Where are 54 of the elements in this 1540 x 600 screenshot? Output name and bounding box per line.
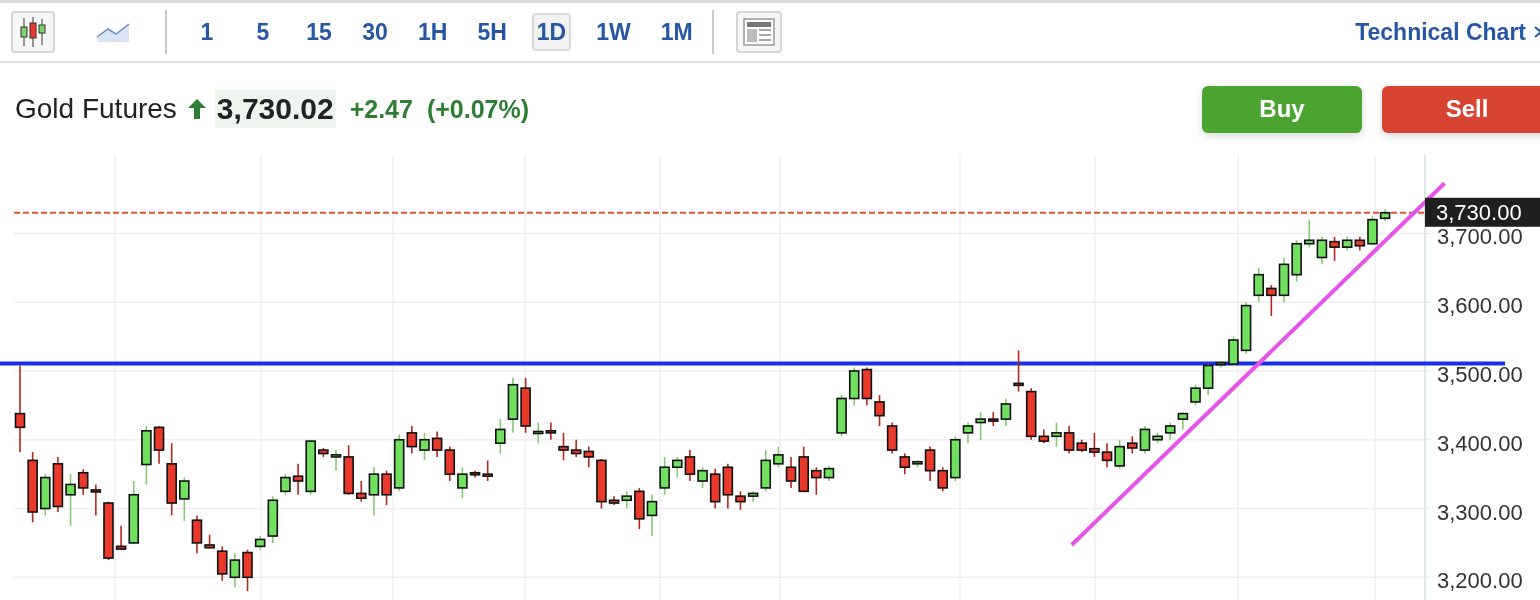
candlestick [40,473,51,517]
instrument-name: Gold Futures [15,93,177,125]
candlestick [975,411,986,441]
candlestick [848,366,860,407]
candlestick [1190,383,1201,407]
interval-button[interactable]: 1H [413,13,453,51]
candlestick [1278,256,1290,303]
interval-button[interactable]: 1M [655,13,698,51]
axis-label: 3,600.00 [1437,293,1523,319]
price-change: +2.47 [349,94,413,124]
candlestick [1013,349,1024,393]
percent-change: (+0.07%) [426,94,530,124]
candlestick [836,394,847,438]
sell-button[interactable]: Sell [1382,85,1540,133]
candlestick [52,456,64,513]
layout-button[interactable] [735,11,782,53]
candlestick [179,476,190,522]
candlestick [1304,218,1315,248]
layout-icon [742,18,775,46]
axis-label: 3,400.00 [1437,430,1523,456]
ref-line-label: 3,730.00 [1436,199,1522,225]
candlestick [419,432,430,462]
candlestick [229,552,241,589]
candlestick [659,456,670,496]
candlestick-icon [18,16,48,48]
interval-button[interactable]: 1D [531,13,572,51]
axis-label: 3,200.00 [1437,568,1523,594]
axis-label: 3,300.00 [1437,499,1523,525]
candlestick [634,487,645,530]
interval-button[interactable]: 5H [472,13,512,51]
interval-button[interactable]: 15 [301,13,337,51]
candlestick [861,366,873,407]
candlestick-chart-button[interactable] [11,11,55,53]
candlestick [1266,284,1277,317]
candlestick [1101,442,1113,469]
candlestick [874,394,885,427]
interval-button[interactable]: 30 [357,13,393,51]
interval-button[interactable]: 1 [189,13,225,51]
axis-label: 3,700.00 [1437,224,1523,250]
technical-chart-link[interactable]: Technical Chart [1355,18,1526,46]
interval-button[interactable]: 1W [591,13,636,51]
area-chart-icon [96,21,130,43]
price-tag: 3,730.00 [1425,197,1540,227]
candlestick [937,466,948,493]
candlestick [1316,236,1328,266]
price-value: 3,730.02 [214,90,336,128]
axis-label: 3,500.00 [1437,361,1523,387]
candlestick [1114,438,1125,470]
candlestick [646,493,658,537]
candlestick [431,430,443,458]
candlestick [1177,411,1189,431]
interval-button[interactable]: 5 [245,13,281,51]
candlestick [1291,239,1302,283]
candlestick [444,445,456,482]
